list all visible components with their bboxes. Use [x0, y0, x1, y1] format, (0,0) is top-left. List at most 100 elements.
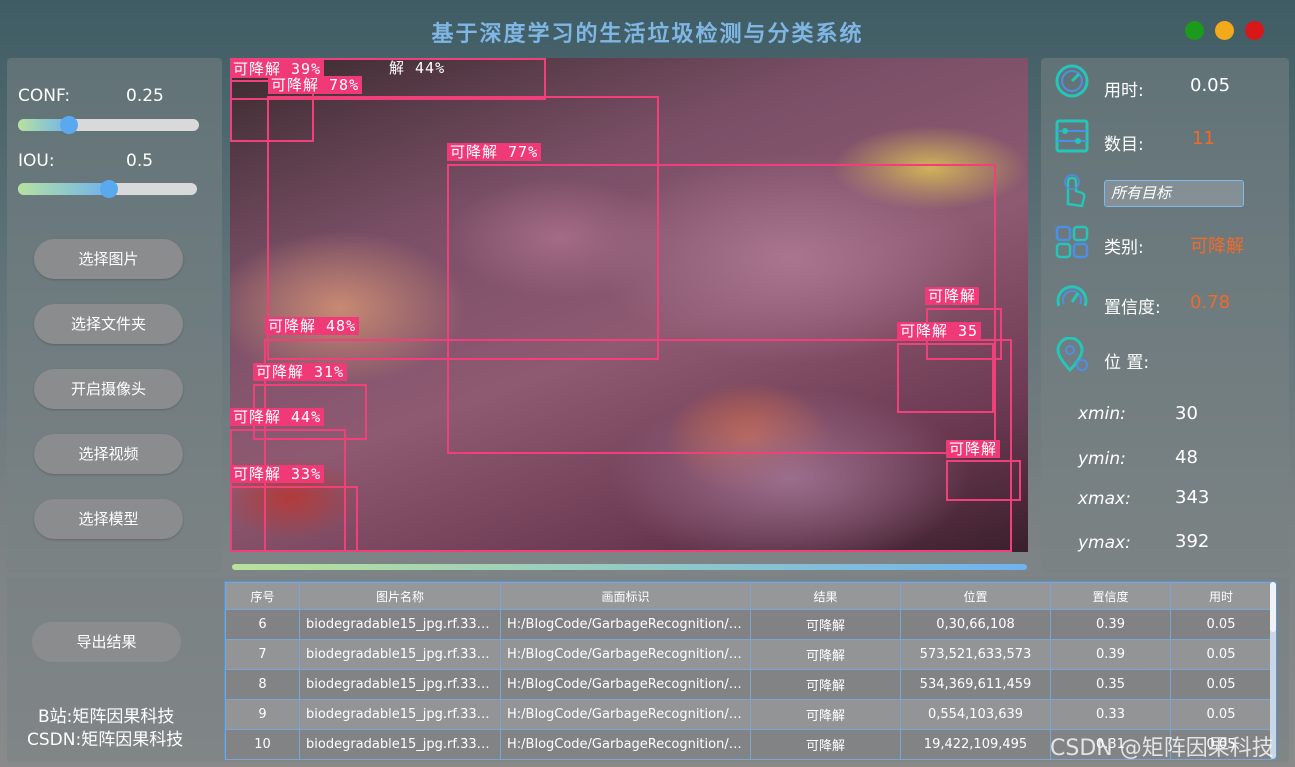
- col-header-position[interactable]: 位置: [900, 582, 1051, 610]
- select-video-button[interactable]: 选择视频: [34, 434, 183, 474]
- detection-label: 可降解 78%: [268, 76, 363, 94]
- cell-index: 8: [225, 669, 300, 700]
- col-header-index[interactable]: 序号: [225, 582, 300, 610]
- cell-frame-id: H:/BlogCode/GarbageRecognition/te...: [500, 729, 751, 760]
- detection-label: 可降解: [946, 440, 1001, 458]
- detection-label: 可降解 35: [897, 322, 982, 340]
- iou-value: 0.5: [126, 151, 154, 171]
- iou-label: IOU:: [18, 151, 55, 171]
- table-row[interactable]: 6 biodegradable15_jpg.rf.332a... H:/Blog…: [225, 609, 1272, 640]
- cell-position: 573,521,633,573: [900, 639, 1051, 670]
- cell-image-name: biodegradable15_jpg.rf.332a...: [299, 669, 501, 700]
- detection-image: 可降解 39% 解 44% 可降解 78% 可降解 77% 可降解 48% 可降…: [230, 58, 1028, 552]
- close-button[interactable]: [1245, 21, 1264, 40]
- minimize-button[interactable]: [1215, 21, 1234, 40]
- cell-result: 可降解: [750, 609, 901, 640]
- cell-image-name: biodegradable15_jpg.rf.332a...: [299, 639, 501, 670]
- ymax-value: 392: [1175, 531, 1210, 552]
- maximize-button[interactable]: [1185, 21, 1204, 40]
- xmin-value: 30: [1175, 403, 1198, 424]
- cell-confidence: 0.39: [1050, 609, 1171, 640]
- iou-slider-knob[interactable]: [100, 180, 118, 198]
- cell-image-name: biodegradable15_jpg.rf.332a...: [299, 699, 501, 730]
- iou-slider-fill: [18, 183, 110, 195]
- cell-result: 可降解: [750, 729, 901, 760]
- col-header-time[interactable]: 用时: [1170, 582, 1272, 610]
- app-title: 基于深度学习的生活垃圾检测与分类系统: [431, 21, 864, 47]
- pointer-hand-icon: [1064, 174, 1086, 208]
- cell-index: 9: [225, 699, 300, 730]
- count-label: 数目:: [1104, 135, 1144, 155]
- cell-position: 0,554,103,639: [900, 699, 1051, 730]
- cell-frame-id: H:/BlogCode/GarbageRecognition/te...: [500, 639, 751, 670]
- time-label: 用时:: [1104, 81, 1144, 101]
- table-row[interactable]: 9 biodegradable15_jpg.rf.332a... H:/Blog…: [225, 699, 1272, 730]
- open-camera-button[interactable]: 开启摄像头: [34, 369, 183, 409]
- xmin-label: xmin:: [1078, 404, 1126, 424]
- title-bar: 基于深度学习的生活垃圾检测与分类系统: [0, 0, 1295, 58]
- col-header-frame-id[interactable]: 画面标识: [500, 582, 751, 610]
- location-pin-icon: [1056, 337, 1088, 373]
- detection-label: 可降解 44%: [230, 408, 325, 426]
- category-value: 可降解: [1190, 236, 1244, 257]
- cell-result: 可降解: [750, 699, 901, 730]
- gauge-icon: [1055, 64, 1089, 98]
- cell-confidence: 0.35: [1050, 669, 1171, 700]
- conf-label: CONF:: [18, 86, 71, 106]
- cell-frame-id: H:/BlogCode/GarbageRecognition/te...: [500, 669, 751, 700]
- cell-result: 可降解: [750, 639, 901, 670]
- detection-box: [230, 486, 358, 552]
- cell-position: 19,422,109,495: [900, 729, 1051, 760]
- select-folder-button[interactable]: 选择文件夹: [34, 304, 183, 344]
- table-row[interactable]: 7 biodegradable15_jpg.rf.332a... H:/Blog…: [225, 639, 1272, 670]
- position-label: 位 置:: [1104, 353, 1150, 373]
- cell-position: 0,30,66,108: [900, 609, 1051, 640]
- ymax-label: ymax:: [1078, 533, 1131, 553]
- bilibili-credit: B站:矩阵因果科技: [38, 707, 175, 727]
- iou-slider[interactable]: [18, 180, 197, 198]
- progress-bar: [232, 564, 1027, 570]
- cell-confidence: 0.39: [1050, 639, 1171, 670]
- cell-confidence: 0.33: [1050, 699, 1171, 730]
- conf-slider[interactable]: [18, 116, 199, 134]
- col-header-result[interactable]: 结果: [750, 582, 901, 610]
- target-select[interactable]: 所有目标: [1104, 180, 1244, 207]
- col-header-confidence[interactable]: 置信度: [1050, 582, 1171, 610]
- time-value: 0.05: [1190, 75, 1231, 96]
- table-row[interactable]: 8 biodegradable15_jpg.rf.332a... H:/Blog…: [225, 669, 1272, 700]
- cell-time: 0.05: [1170, 639, 1272, 670]
- table-header-row: 序号 图片名称 画面标识 结果 位置 置信度 用时: [225, 582, 1272, 610]
- detection-box: [897, 343, 994, 413]
- cell-image-name: biodegradable15_jpg.rf.332a...: [299, 729, 501, 760]
- cell-index: 7: [225, 639, 300, 670]
- cell-time: 0.05: [1170, 669, 1272, 700]
- ymin-label: ymin:: [1078, 449, 1126, 469]
- cell-image-name: biodegradable15_jpg.rf.332a...: [299, 609, 501, 640]
- cell-index: 6: [225, 609, 300, 640]
- cell-frame-id: H:/BlogCode/GarbageRecognition/te...: [500, 699, 751, 730]
- export-results-button[interactable]: 导出结果: [32, 622, 181, 662]
- detection-label: 可降解 77%: [447, 143, 542, 161]
- cell-frame-id: H:/BlogCode/GarbageRecognition/te...: [500, 609, 751, 640]
- count-value: 11: [1192, 128, 1215, 149]
- xmax-label: xmax:: [1078, 489, 1131, 509]
- col-header-image-name[interactable]: 图片名称: [299, 582, 501, 610]
- cell-time: 0.05: [1170, 699, 1272, 730]
- table-scroll-thumb[interactable]: [1270, 582, 1276, 632]
- confidence-value: 0.78: [1190, 292, 1231, 313]
- detection-label: 可降解: [925, 287, 980, 305]
- conf-slider-knob[interactable]: [60, 116, 78, 134]
- cell-position: 534,369,611,459: [900, 669, 1051, 700]
- detection-box: [946, 460, 1021, 501]
- select-model-button[interactable]: 选择模型: [34, 499, 183, 539]
- cell-time: 0.05: [1170, 609, 1272, 640]
- xmax-value: 343: [1175, 487, 1210, 508]
- select-image-button[interactable]: 选择图片: [34, 239, 183, 279]
- speedometer-icon: [1056, 285, 1088, 307]
- category-label: 类别:: [1104, 238, 1144, 258]
- ymin-value: 48: [1175, 447, 1198, 468]
- detection-label: 可降解 48%: [265, 317, 360, 335]
- cell-result: 可降解: [750, 669, 901, 700]
- detection-label: 可降解 31%: [253, 363, 348, 381]
- detection-label: 可降解 33%: [230, 465, 325, 483]
